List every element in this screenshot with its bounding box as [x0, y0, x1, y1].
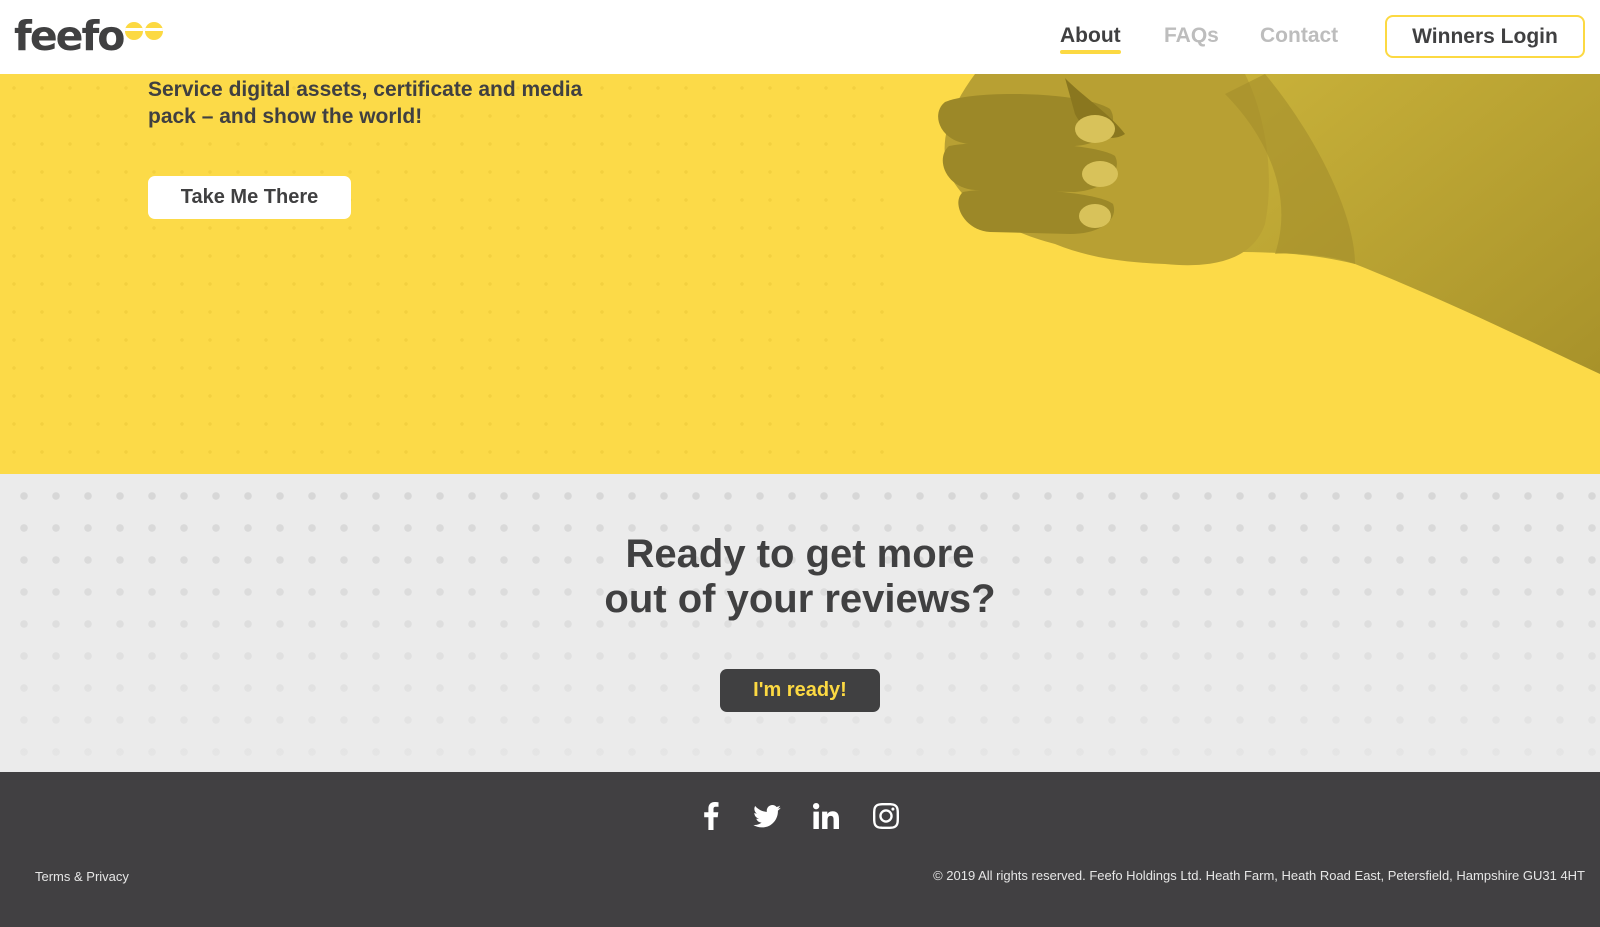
winners-login-button[interactable]: Winners Login — [1385, 15, 1585, 58]
nav-about-link[interactable]: About — [1060, 24, 1121, 54]
cta-heading-line1: Ready to get more — [625, 532, 975, 576]
linkedin-icon[interactable] — [810, 800, 842, 832]
twitter-icon[interactable] — [751, 800, 783, 832]
logo-eyes-icon — [123, 14, 165, 58]
cta-heading: Ready to get more out of your reviews? — [500, 532, 1100, 622]
hero-banner: Service digital assets, certificate and … — [0, 74, 1600, 474]
take-me-there-button[interactable]: Take Me There — [148, 176, 351, 219]
feefo-logo[interactable]: feefo — [14, 14, 165, 58]
nav-faqs-link[interactable]: FAQs — [1164, 24, 1219, 48]
nav-contact-link[interactable]: Contact — [1260, 24, 1338, 48]
im-ready-button[interactable]: I'm ready! — [720, 669, 880, 712]
terms-privacy-link[interactable]: Terms & Privacy — [35, 869, 129, 884]
copyright-text: © 2019 All rights reserved. Feefo Holdin… — [933, 868, 1585, 883]
call-to-action-section: Ready to get more out of your reviews? I… — [0, 474, 1600, 772]
site-header: feefo About FAQs Contact Winners Login — [0, 0, 1600, 74]
site-footer: Terms & Privacy © 2019 All rights reserv… — [0, 772, 1600, 927]
thumbs-up-hand-image — [938, 74, 1600, 374]
cta-heading-line2: out of your reviews? — [604, 577, 996, 621]
facebook-icon[interactable] — [695, 800, 727, 832]
hero-dot-pattern — [0, 74, 900, 474]
logo-wordmark: feefo — [14, 12, 125, 60]
instagram-icon[interactable] — [870, 800, 902, 832]
hero-description: Service digital assets, certificate and … — [148, 78, 583, 128]
